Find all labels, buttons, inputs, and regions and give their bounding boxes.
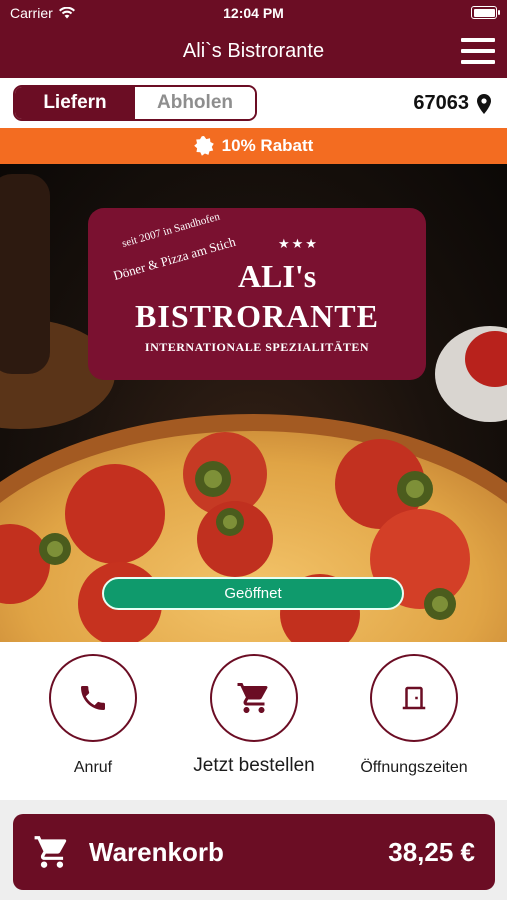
zip-code: 67063 (413, 92, 469, 114)
hero-image: seit 2007 in Sandhofen Döner & Pizza am … (0, 164, 507, 642)
status-bar: Carrier 12:04 PM (0, 0, 507, 26)
logo-name: ALI's (238, 258, 317, 294)
hamburger-icon[interactable] (461, 38, 495, 64)
logo-name-sub: BISTRORANTE (135, 298, 379, 334)
battery-icon (471, 6, 500, 19)
opening-hours-label: Öffnungszeiten (360, 759, 468, 776)
cart-button[interactable]: Warenkorb 38,25 € (13, 814, 495, 890)
cart-icon (34, 836, 67, 868)
action-bar: Anruf Jetzt bestellen Öffnungszeiten (0, 642, 507, 800)
opening-hours-button[interactable]: Öffnungszeiten (344, 654, 484, 777)
order-now-circle[interactable] (210, 654, 298, 742)
order-mode-toggle: Liefern Abholen (13, 85, 257, 121)
call-button[interactable]: Anruf (23, 654, 163, 777)
status-badge: Geöffnet (102, 577, 404, 610)
call-label: Anruf (73, 759, 113, 776)
badge-icon (193, 136, 214, 156)
phone-icon (81, 686, 105, 710)
discount-label: 10% Rabatt (221, 136, 314, 155)
order-mode-row: Liefern Abholen 67063 (0, 78, 507, 128)
tab-liefern[interactable]: Liefern (15, 87, 135, 119)
nav-bar: Ali`s Bistrorante (0, 26, 507, 78)
restaurant-logo: seit 2007 in Sandhofen Döner & Pizza am … (88, 208, 426, 380)
location-selector[interactable]: 67063 (413, 92, 491, 115)
location-pin-icon (477, 93, 491, 114)
opening-hours-circle[interactable] (370, 654, 458, 742)
clock: 12:04 PM (223, 5, 284, 21)
tab-abholen[interactable]: Abholen (135, 87, 255, 119)
cart-label: Warenkorb (89, 836, 224, 867)
cart-area: Warenkorb 38,25 € (0, 800, 507, 900)
cart-total: 38,25 € (388, 836, 475, 867)
order-now-button[interactable]: Jetzt bestellen (184, 654, 324, 777)
cart-icon (237, 683, 268, 713)
order-now-label: Jetzt bestellen (193, 755, 315, 776)
page-title: Ali`s Bistrorante (182, 40, 325, 62)
discount-banner: 10% Rabatt (0, 128, 507, 164)
stars-icon: ★★★ (278, 236, 319, 251)
logo-tagline: INTERNATIONALE SPEZIALITÄTEN (144, 340, 370, 354)
call-circle[interactable] (49, 654, 137, 742)
door-icon (402, 686, 426, 710)
